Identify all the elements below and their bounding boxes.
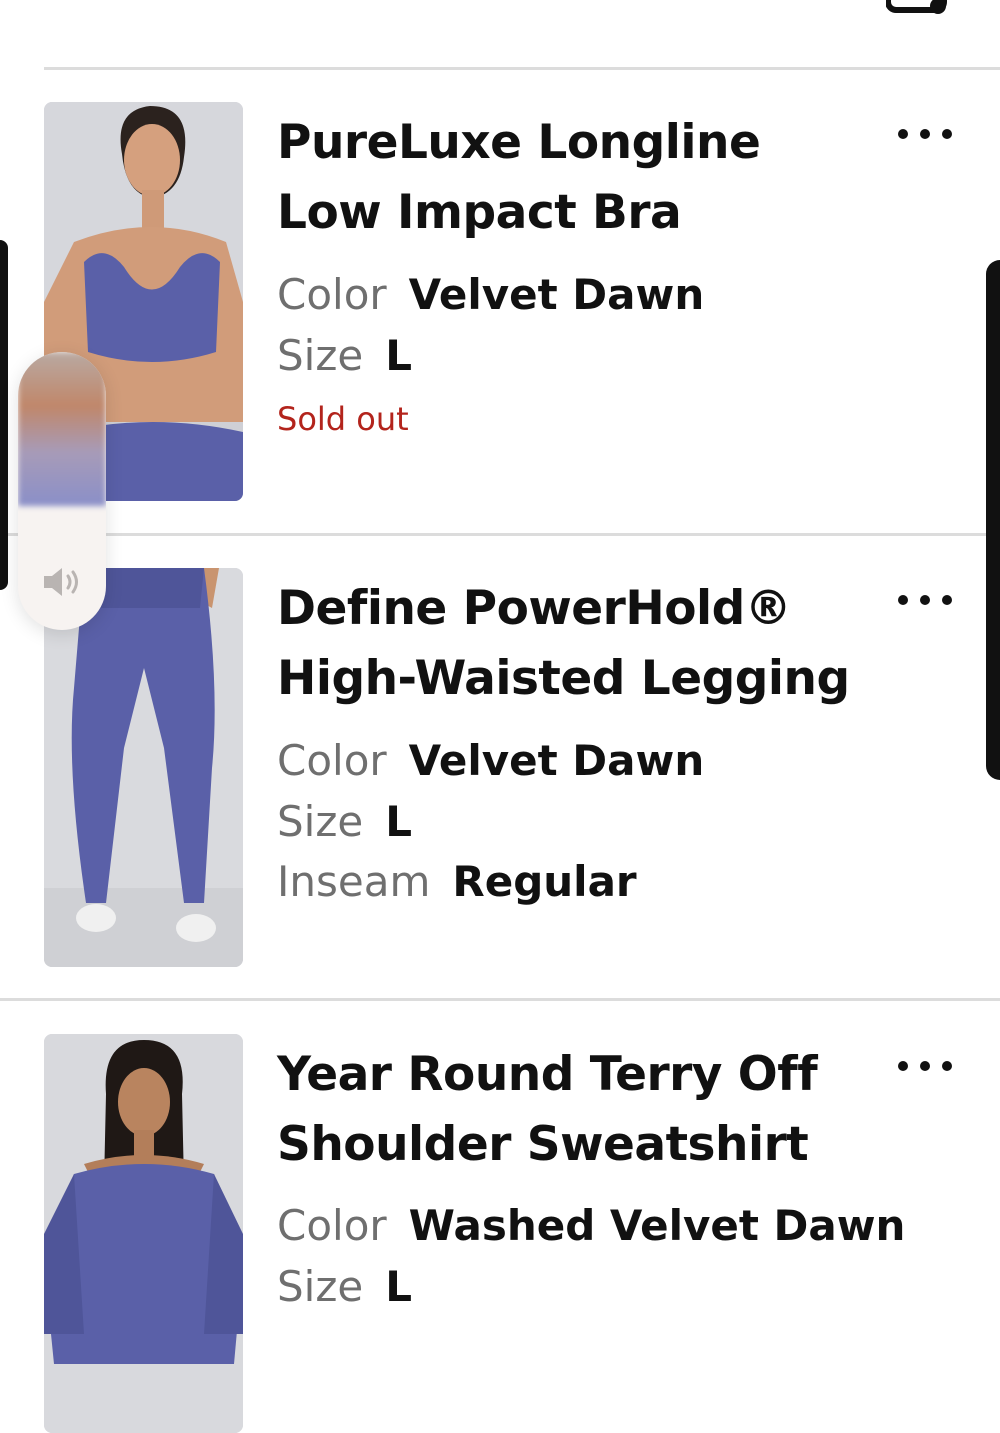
sold-out-status: Sold out	[277, 400, 409, 438]
attribute-label: Size	[277, 331, 364, 380]
attribute-row: Size L	[277, 326, 412, 386]
speaker-icon	[44, 568, 78, 596]
divider	[0, 533, 1000, 536]
more-dots-icon[interactable]	[898, 1056, 952, 1076]
attribute-value: Washed Velvet Dawn	[408, 1201, 906, 1250]
attribute-row: Color Velvet Dawn	[277, 731, 704, 791]
more-dots-icon[interactable]	[898, 124, 952, 144]
attribute-label: Size	[277, 1262, 364, 1311]
attribute-label: Color	[277, 1201, 387, 1250]
attribute-row: Color Velvet Dawn	[277, 265, 704, 325]
attribute-row: Size L	[277, 1257, 412, 1317]
attribute-row: Inseam Regular	[277, 852, 637, 912]
product-title[interactable]: Define PowerHold® High-Waisted Legging	[277, 574, 867, 714]
attribute-row: Color Washed Velvet Dawn	[277, 1196, 905, 1256]
volume-level-fill	[18, 352, 106, 506]
attribute-value: Velvet Dawn	[408, 270, 705, 319]
more-dots-icon[interactable]	[898, 590, 952, 610]
divider	[0, 998, 1000, 1001]
top-bar	[0, 0, 1000, 68]
attribute-label: Size	[277, 797, 364, 846]
attribute-value: Velvet Dawn	[408, 736, 705, 785]
device-edge	[986, 260, 1000, 780]
attribute-label: Color	[277, 736, 387, 785]
device-edge	[0, 240, 8, 590]
attribute-value: L	[385, 1262, 412, 1311]
product-title[interactable]: Year Round Terry Off Shoulder Sweatshirt	[277, 1040, 867, 1180]
attribute-value: L	[385, 331, 412, 380]
product-title[interactable]: PureLuxe Longline Low Impact Bra	[277, 108, 867, 248]
attribute-label: Inseam	[277, 857, 431, 906]
divider	[44, 67, 1000, 70]
volume-hud[interactable]	[18, 352, 106, 630]
attribute-label: Color	[277, 270, 387, 319]
product-image[interactable]	[44, 1034, 243, 1433]
attribute-value: Regular	[452, 857, 637, 906]
attribute-row: Size L	[277, 792, 412, 852]
attribute-value: L	[385, 797, 412, 846]
bag-icon[interactable]	[886, 0, 956, 14]
